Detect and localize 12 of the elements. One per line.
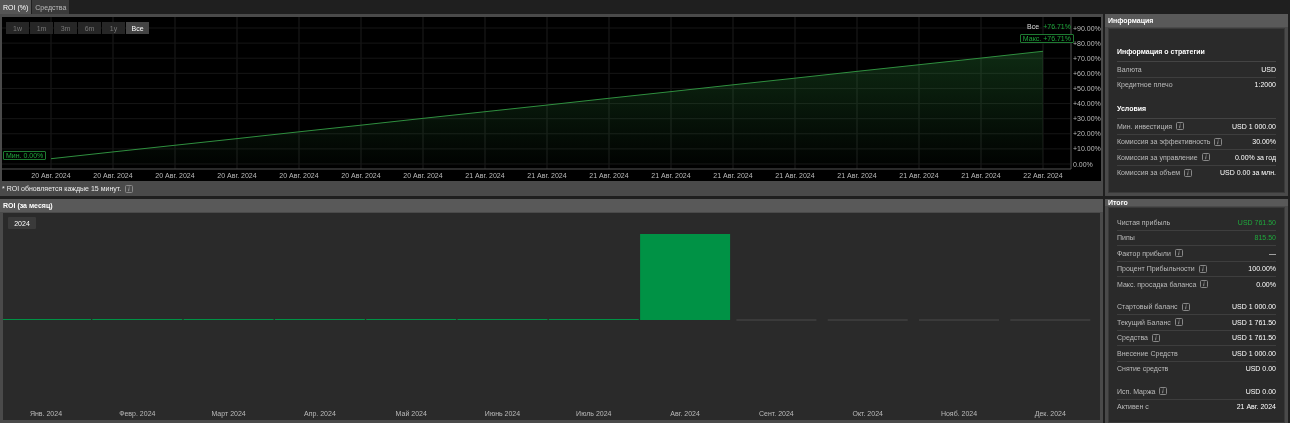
info-icon[interactable] xyxy=(1174,249,1183,258)
info-icon[interactable] xyxy=(1201,153,1210,162)
info-icon[interactable] xyxy=(1200,280,1209,289)
info-icon[interactable] xyxy=(1214,137,1223,146)
info-icon[interactable] xyxy=(1176,122,1185,131)
info-icon[interactable] xyxy=(125,184,134,193)
info-icon[interactable] xyxy=(1152,333,1160,342)
info-icon[interactable] xyxy=(1181,302,1190,311)
info-icon[interactable] xyxy=(1184,168,1193,177)
info-icon[interactable] xyxy=(1174,318,1183,327)
info-icon[interactable] xyxy=(1198,264,1207,273)
info-icon[interactable] xyxy=(1159,387,1168,396)
